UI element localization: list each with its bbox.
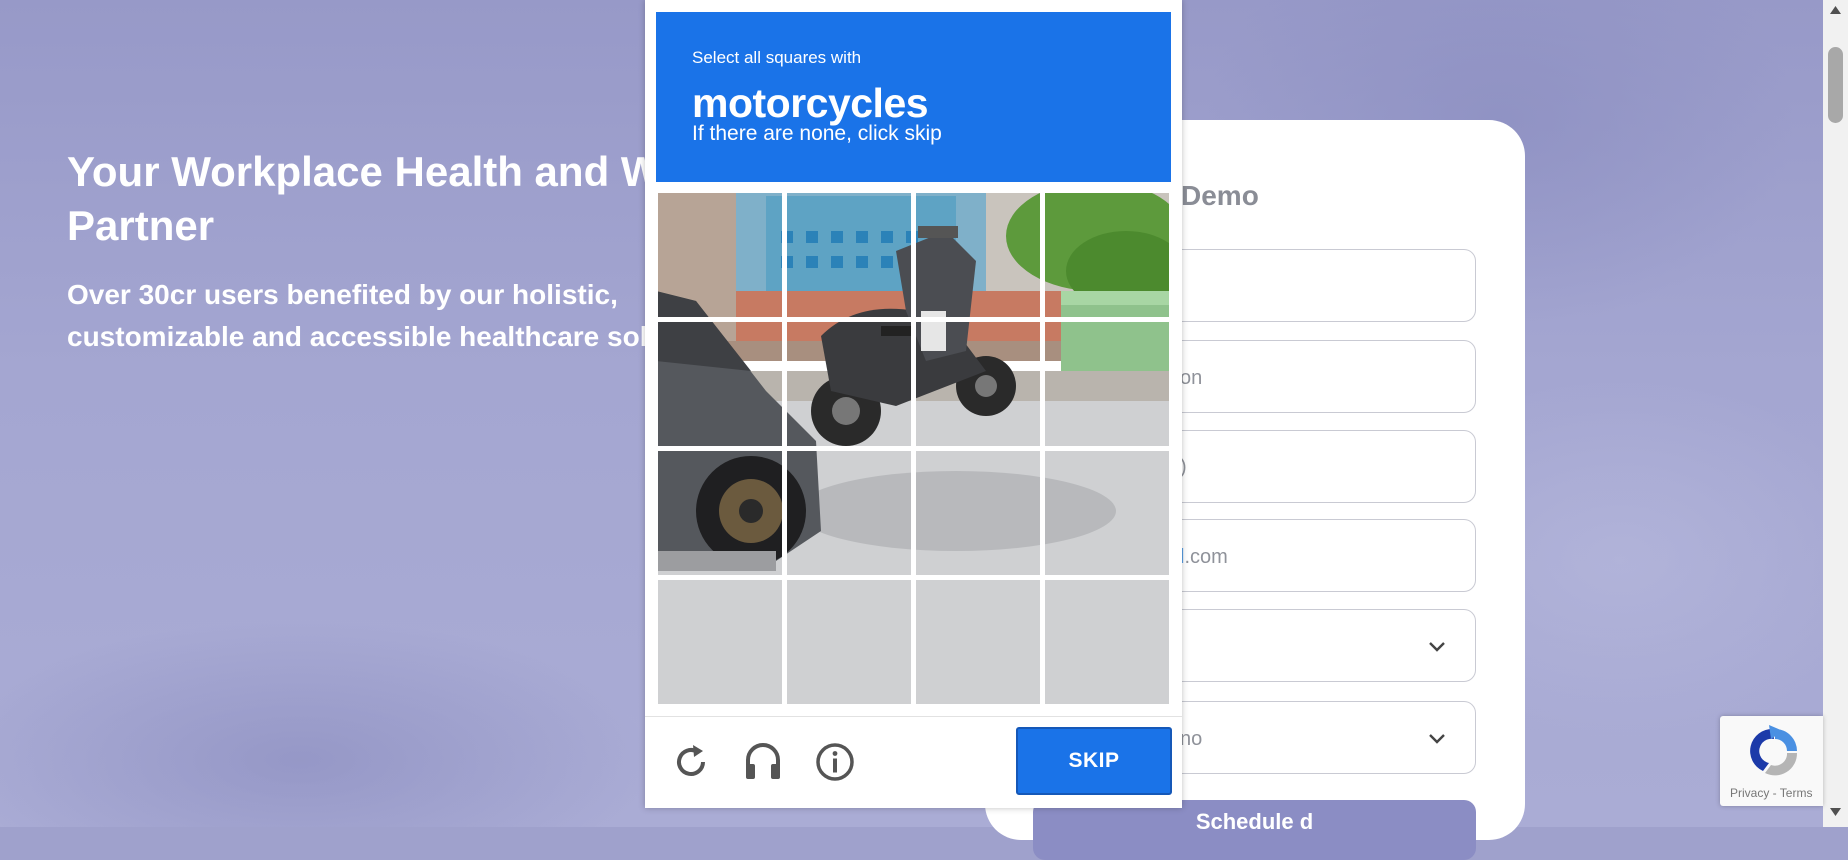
hero-title-line-1: Your Workplace Health and Wellness (67, 148, 667, 195)
reload-icon[interactable] (669, 740, 713, 784)
schedule-demo-button[interactable]: Schedule d (1033, 800, 1476, 860)
info-icon[interactable] (813, 740, 857, 784)
captcha-tile-9[interactable] (656, 449, 784, 577)
captcha-tile-11[interactable] (914, 449, 1042, 577)
chevron-down-icon (1429, 642, 1445, 652)
captcha-instruction: Select all squares with (692, 48, 862, 67)
hero-title-line-2: Partner (67, 202, 215, 249)
recaptcha-privacy-terms[interactable]: Privacy - Terms (1730, 786, 1812, 800)
audio-icon[interactable] (741, 740, 785, 784)
scrollbar-thumb[interactable] (1828, 47, 1843, 123)
captcha-tile-12[interactable] (1043, 449, 1171, 577)
demo-type-select-text: no (1180, 728, 1203, 750)
skip-button[interactable]: SKIP (1016, 727, 1172, 795)
scroll-up-arrow-icon[interactable] (1829, 4, 1842, 16)
hero-subtitle: Over 30cr users benefited by our holisti… (67, 274, 647, 358)
captcha-hint: If there are none, click skip (692, 122, 942, 145)
captcha-tile-10[interactable] (785, 449, 913, 577)
captcha-image-grid (656, 191, 1171, 706)
scrollbar[interactable] (1823, 0, 1848, 827)
captcha-tile-1[interactable] (656, 191, 784, 319)
captcha-tile-8[interactable] (1043, 320, 1171, 448)
captcha-target: motorcycles (692, 80, 929, 126)
recaptcha-logo-icon (1750, 725, 1798, 776)
captcha-tile-15[interactable] (914, 578, 1042, 706)
captcha-tile-4[interactable] (1043, 191, 1171, 319)
captcha-tile-6[interactable] (785, 320, 913, 448)
email-field-text-rest: .com (1184, 546, 1228, 568)
chevron-down-icon (1429, 734, 1445, 744)
hero-subtitle-line-2: customizable and accessible healthcare s… (67, 321, 647, 352)
captcha-tile-2[interactable] (785, 191, 913, 319)
form-heading: Demo (1181, 180, 1259, 211)
captcha-challenge: Select all squares with motorcycles If t… (645, 0, 1182, 808)
captcha-tile-14[interactable] (785, 578, 913, 706)
captcha-tile-3[interactable] (914, 191, 1042, 319)
hero-subtitle-line-1: Over 30cr users benefited by our holisti… (67, 279, 618, 310)
scroll-down-arrow-icon[interactable] (1829, 806, 1842, 818)
captcha-tile-7[interactable] (914, 320, 1042, 448)
hero-title: Your Workplace Health and Wellness Partn… (67, 145, 667, 253)
email-field-text: l.com (1180, 546, 1228, 569)
captcha-footer-divider (645, 716, 1182, 717)
organization-field-text: on (1180, 367, 1203, 389)
captcha-tile-5[interactable] (656, 320, 784, 448)
captcha-tile-16[interactable] (1043, 578, 1171, 706)
captcha-header: Select all squares with motorcycles If t… (656, 12, 1171, 182)
captcha-tile-13[interactable] (656, 578, 784, 706)
